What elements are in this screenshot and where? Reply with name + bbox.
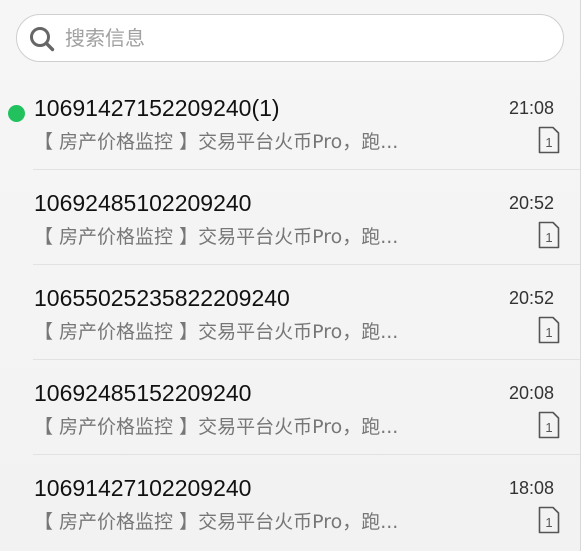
message-preview: 【 房产价格监控 】交易平台火币Pro，跑... [34,511,399,533]
message-preview: 【 房产价格监控 】交易平台火币Pro，跑... [34,321,399,343]
message-time: 20:52 [508,288,554,308]
sim-card-icon: 1 [538,411,560,439]
message-time: 21:08 [508,98,554,118]
message-sender: 10692485152209240 [34,380,252,406]
message-item[interactable]: 10691427102209240 【 房产价格监控 】交易平台火币Pro，跑.… [0,455,580,550]
message-preview: 【 房产价格监控 】交易平台火币Pro，跑... [34,226,399,248]
sim-slot-number: 1 [545,515,552,530]
message-list: 10691427152209240(1) 【 房产价格监控 】交易平台火币Pro… [0,75,580,550]
message-preview: 【 房产价格监控 】交易平台火币Pro，跑... [34,131,399,153]
sim-slot-number: 1 [545,420,552,435]
message-sender: 10691427152209240(1) [34,95,280,121]
message-item[interactable]: 10691427152209240(1) 【 房产价格监控 】交易平台火币Pro… [0,75,580,170]
sim-slot-number: 1 [545,230,552,245]
search-bar[interactable] [16,14,564,62]
message-item[interactable]: 10655025235822209240 【 房产价格监控 】交易平台火币Pro… [0,265,580,360]
message-sender: 10691427102209240 [34,475,252,501]
sim-card-icon: 1 [538,506,560,534]
sim-card-icon: 1 [538,316,560,344]
search-icon [30,27,55,52]
message-sender: 10655025235822209240 [34,285,290,311]
message-time: 18:08 [508,478,554,498]
message-preview: 【 房产价格监控 】交易平台火币Pro，跑... [34,416,399,438]
search-input[interactable] [65,15,545,61]
sim-slot-number: 1 [545,135,552,150]
message-item[interactable]: 10692485152209240 【 房产价格监控 】交易平台火币Pro，跑.… [0,360,580,455]
message-sender: 10692485102209240 [34,190,252,216]
sim-slot-number: 1 [545,325,552,340]
message-item[interactable]: 10692485102209240 【 房产价格监控 】交易平台火币Pro，跑.… [0,170,580,265]
unread-indicator [8,105,25,122]
sim-card-icon: 1 [538,126,560,154]
message-time: 20:08 [508,383,554,403]
sim-card-icon: 1 [538,221,560,249]
messages-screen: 10691427152209240(1) 【 房产价格监控 】交易平台火币Pro… [0,0,581,551]
message-time: 20:52 [508,193,554,213]
